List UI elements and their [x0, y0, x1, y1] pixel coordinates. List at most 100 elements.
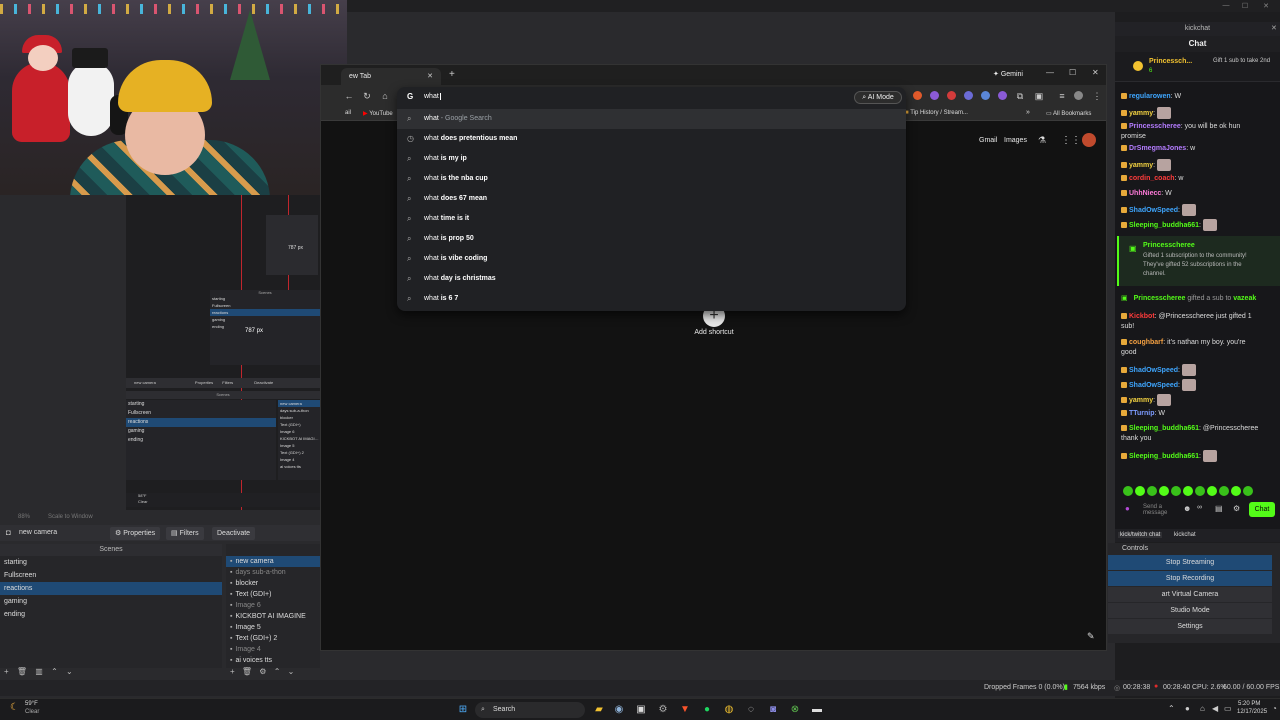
source-item[interactable]: ▪ Image 4 [226, 644, 320, 655]
obs-icon[interactable]: ◌ [743, 702, 759, 718]
settings-icon[interactable]: ⚙ [655, 702, 671, 718]
profile-icon[interactable] [1074, 91, 1083, 100]
volume-icon[interactable]: ◀ [1212, 704, 1218, 713]
chat-username[interactable]: yammy [1129, 110, 1153, 117]
gift-target[interactable]: vazeak [1233, 295, 1256, 302]
chat-send-button[interactable]: Chat [1249, 502, 1275, 517]
ai-mode-button[interactable]: ⌕ AI Mode [854, 91, 902, 104]
emote-icon[interactable] [1183, 486, 1193, 496]
control-button[interactable]: Studio Mode [1108, 603, 1272, 618]
gear-icon[interactable]: ⚙ [1233, 504, 1240, 513]
source-item[interactable]: ▪ Text (GDI+) 2 [226, 633, 320, 644]
emoji-icon[interactable]: ☻ [1183, 504, 1191, 513]
maximize-icon[interactable]: ☐ [1241, 2, 1249, 10]
gear-icon[interactable]: ⚙ [259, 667, 266, 676]
tray-chevron-icon[interactable]: ⌃ [1168, 704, 1175, 713]
scene-item[interactable]: gaming [0, 595, 222, 608]
control-button[interactable]: Stop Streaming [1108, 555, 1272, 570]
clock-time[interactable]: 5:20 PM [1238, 701, 1260, 707]
weather-moon-icon[interactable]: ☾ [10, 702, 19, 713]
scale-to-window[interactable]: Scale to Window [48, 514, 93, 520]
emote-icon[interactable] [1135, 486, 1145, 496]
gemini-button[interactable]: ✦ Gemini [993, 70, 1023, 78]
steam-icon[interactable]: ◉ [611, 702, 627, 718]
taskbar-search[interactable]: ⌕ Search [475, 702, 585, 718]
omnibox-text[interactable]: what [424, 93, 441, 100]
source-item[interactable]: ▪ Image 6 [226, 600, 320, 611]
deactivate-button[interactable]: Deactivate [212, 527, 256, 540]
windows-start-icon[interactable]: ⊞ [455, 702, 471, 718]
source-item[interactable]: ▪ new camera [226, 556, 320, 567]
trash-icon[interactable]: 🗑 [17, 667, 27, 676]
epic-games-icon[interactable]: ▣ [633, 702, 649, 718]
source-item[interactable]: ▪ KICKBOT AI IMAGINE [226, 611, 320, 622]
down-icon[interactable]: ⌄ [66, 667, 73, 676]
extension-icon[interactable] [947, 91, 956, 100]
up-icon[interactable]: ⌃ [274, 667, 281, 676]
minimize-icon[interactable]: — [1046, 68, 1054, 77]
sidepanel-icon[interactable]: ▣ [1033, 90, 1045, 102]
readinglist-icon[interactable]: ≡ [1056, 90, 1068, 102]
more-bookmarks-icon[interactable]: » [1026, 109, 1030, 116]
link-icon[interactable]: ∞ [1197, 504, 1202, 511]
customize-pencil-icon[interactable]: ✎ [1087, 631, 1095, 642]
file-explorer-icon[interactable]: ▰ [591, 702, 607, 718]
omnibox-suggestion[interactable]: ⌕ what day is christmas [397, 269, 906, 289]
emote-icon[interactable] [1159, 486, 1169, 496]
chat-username[interactable]: Princesscheree [1134, 295, 1186, 302]
chrome-icon[interactable]: ◍ [721, 702, 737, 718]
up-icon[interactable]: ⌃ [51, 667, 58, 676]
gmail-link[interactable]: Gmail [979, 137, 997, 144]
trash-icon[interactable]: 🗑 [242, 667, 252, 676]
add-icon[interactable]: + [4, 667, 9, 676]
source-item[interactable]: ▪ blocker [226, 578, 320, 589]
source-item[interactable]: ▪ days sub-a-thon [226, 567, 320, 578]
source-item[interactable]: ▪ Image 5 [226, 622, 320, 633]
chat-username[interactable]: ShadOwSpeed [1129, 207, 1178, 214]
extension-icon[interactable] [981, 91, 990, 100]
extension-icon[interactable] [913, 91, 922, 100]
scene-item[interactable]: ending [0, 608, 222, 621]
chat-username[interactable]: coughbarf [1129, 339, 1163, 346]
control-button[interactable]: Stop Recording [1108, 571, 1272, 586]
chat-username[interactable]: Sleeping_buddha661 [1129, 222, 1199, 229]
tab-kick-twitch-chat[interactable]: kick/twitch chat [1118, 532, 1163, 538]
chat-username[interactable]: TTurnip [1129, 410, 1155, 417]
down-icon[interactable]: ⌄ [288, 667, 295, 676]
properties-button[interactable]: ⚙ Properties [110, 527, 161, 540]
pinned-user[interactable]: Princessch... [1149, 58, 1192, 65]
battery-icon[interactable]: ▭ [1224, 704, 1232, 713]
clock-date[interactable]: 12/17/2025 [1237, 709, 1267, 715]
omnibox-suggestion[interactable]: ⌕ what is 6 7 [397, 289, 906, 309]
emote-icon[interactable] [1195, 486, 1205, 496]
control-button[interactable]: art Virtual Camera [1108, 587, 1272, 602]
chat-input[interactable]: Send a message [1143, 504, 1173, 516]
menu-icon[interactable]: ⋮ [1091, 90, 1103, 102]
emote-icon[interactable] [1147, 486, 1157, 496]
discord-icon[interactable]: ◙ [765, 702, 781, 718]
bookmark-youtube[interactable]: ▶ YouTube [363, 110, 393, 117]
gift-icon[interactable]: ▤ [1215, 504, 1223, 513]
labs-icon[interactable]: ⚗ [1038, 135, 1046, 146]
control-button[interactable]: Settings [1108, 619, 1272, 634]
omnibox-input[interactable]: G what ⌕ AI Mode [397, 87, 906, 107]
chat-username[interactable]: DrSmegmaJones [1129, 145, 1186, 152]
source-item[interactable]: ▪ ai voices tts [226, 655, 320, 666]
weather-condition[interactable]: Clear [25, 709, 39, 715]
chat-username[interactable]: cordin_coach [1129, 175, 1175, 182]
extension-icon[interactable] [964, 91, 973, 100]
chat-username[interactable]: Sleeping_buddha661 [1129, 425, 1199, 432]
zoom-label[interactable]: 88% [18, 514, 30, 520]
notification-bell-icon[interactable]: ◔ [1272, 704, 1277, 713]
omnibox-suggestion[interactable]: ⌕ what time is it [397, 209, 906, 229]
bookmark-tip-history[interactable]: ■ Tip History / Stream... [905, 110, 968, 116]
emote-icon[interactable] [1123, 486, 1133, 496]
weather-temp[interactable]: 59°F [25, 701, 38, 707]
chat-username[interactable]: ShadOwSpeed [1129, 367, 1178, 374]
close-icon[interactable]: ✕ [1262, 2, 1270, 10]
emote-icon[interactable] [1171, 486, 1181, 496]
close-icon[interactable]: ✕ [1092, 68, 1099, 77]
all-bookmarks[interactable]: ▭ All Bookmarks [1046, 110, 1091, 117]
scene-item[interactable]: reactions [0, 582, 222, 595]
bookmark-gmail[interactable]: ail [345, 110, 351, 116]
